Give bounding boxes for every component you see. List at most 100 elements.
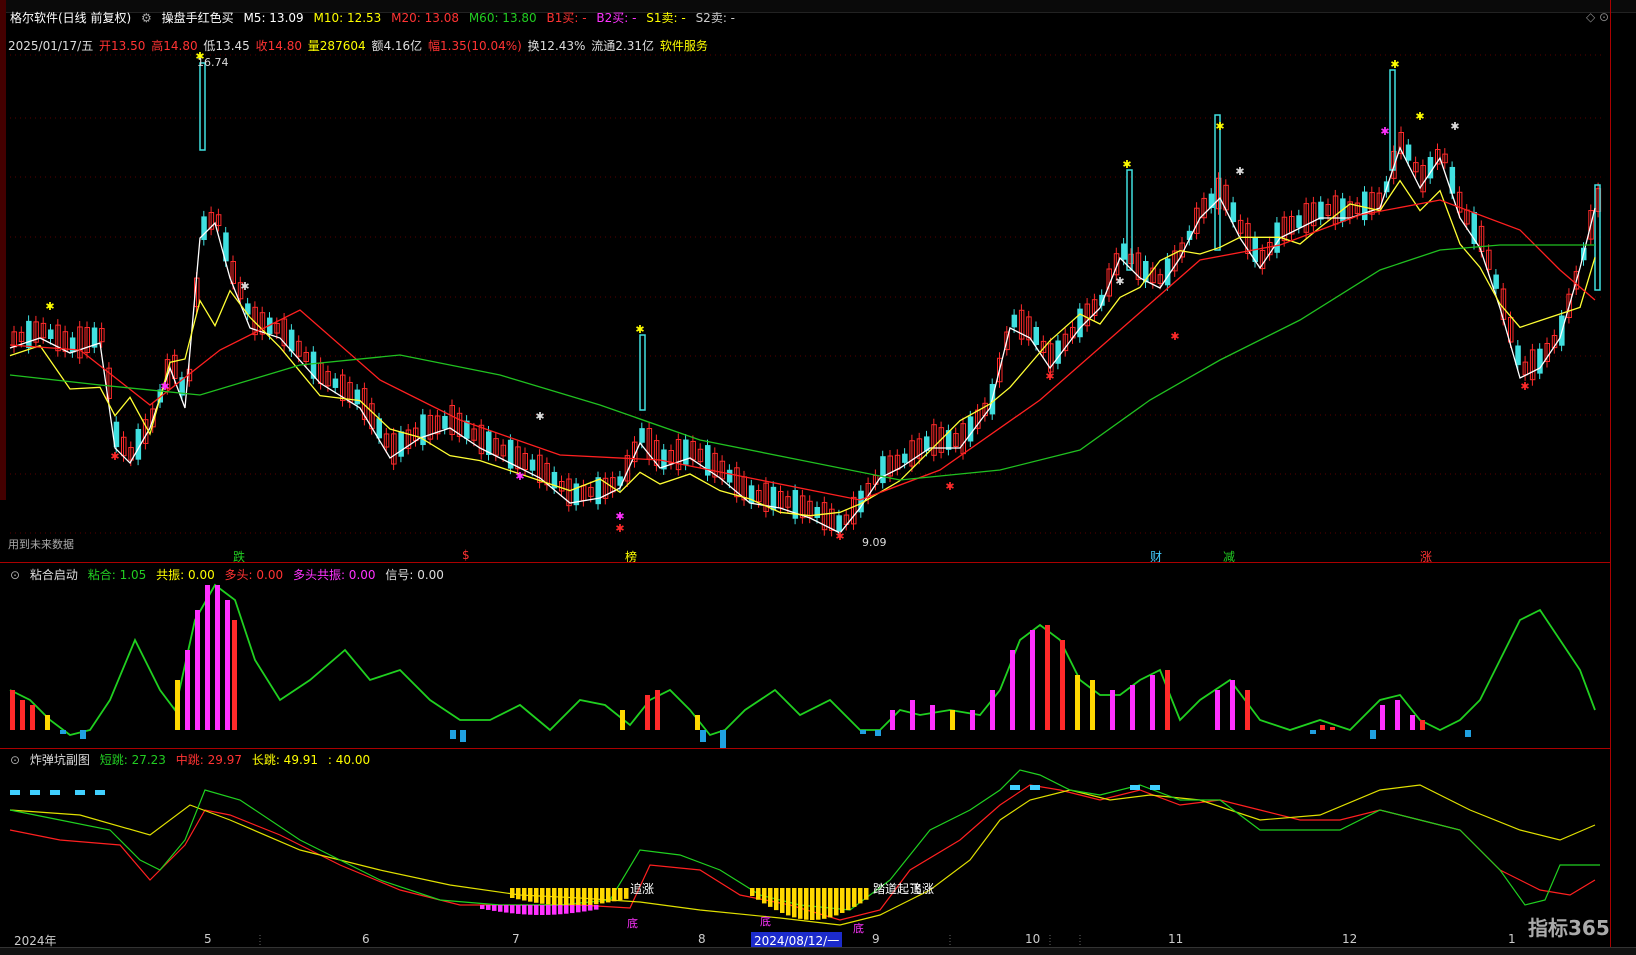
candle-body <box>1121 243 1127 260</box>
sticky-neg-bar <box>450 730 456 739</box>
chart-canvas[interactable]: ✱✱✱✱✱✱✱✱✱✱✱✱✱✱✱✱✱✱✱✱✱✱✱ <box>0 0 1636 954</box>
candle-body <box>836 515 842 532</box>
sticky-bar <box>620 710 625 730</box>
candle-body <box>814 507 820 518</box>
sticky-bar <box>1060 640 1065 730</box>
panel3-name[interactable]: 炸弹坑副图 <box>30 753 90 767</box>
date-label: 12 <box>1342 932 1358 946</box>
sticky-bar <box>45 715 50 730</box>
pit-bar <box>780 888 785 913</box>
candle-body <box>967 416 974 442</box>
candle-body <box>398 431 404 457</box>
date-label: 1 <box>1508 932 1516 946</box>
sticky-bar <box>890 710 895 730</box>
sticky-neg-bar <box>80 730 86 739</box>
pit-neg-bar <box>516 905 521 914</box>
pit-bar <box>594 888 599 905</box>
sticky-bar <box>1420 720 1425 730</box>
pit-bar <box>564 888 569 906</box>
panel2-v1: 粘合: 1.05 <box>87 568 147 582</box>
panel3-v1: 短跳: 27.23 <box>99 753 166 767</box>
future-data-note: 用到未来数据 <box>8 538 74 551</box>
sticky-neg-bar <box>460 730 466 742</box>
sticky-bar <box>1330 727 1335 730</box>
pit-bar <box>804 888 809 920</box>
signal-star: ✱ <box>615 522 624 535</box>
sticky-bar <box>205 585 210 730</box>
candle-body <box>442 415 448 429</box>
pit-bar <box>612 888 617 902</box>
pit-bar <box>618 888 623 901</box>
pit-neg-bar <box>522 905 527 915</box>
panel2-menu-icon[interactable]: ⊙ <box>10 568 20 582</box>
panel-divider-2[interactable] <box>0 748 1610 749</box>
pit-top-bar <box>10 790 20 795</box>
sticky-bar <box>970 710 975 730</box>
pit-top-bar <box>95 790 105 795</box>
panel2-name[interactable]: 粘合启动 <box>30 568 78 582</box>
pit-neg-bar <box>492 905 497 911</box>
panel2-v5: 信号: 0.00 <box>385 568 444 582</box>
candle-body <box>1318 201 1324 220</box>
sticky-bar <box>1130 685 1135 730</box>
sticky-bar <box>910 700 915 730</box>
pit-neg-bar <box>504 905 509 913</box>
sticky-neg-bar <box>700 730 706 742</box>
sticky-bar <box>1075 675 1080 730</box>
pit-bar <box>762 888 767 904</box>
date-axis[interactable]: 2024年 5 6 7 8 2024/08/12/一 9 10 11 12 1 <box>0 932 1610 949</box>
signal-star: ✱ <box>160 380 169 393</box>
high-price-label: 16.74 <box>197 56 229 69</box>
candle-body <box>1230 202 1237 223</box>
sticky-bar <box>1320 725 1325 730</box>
panel2-v4: 多头共振: 0.00 <box>292 568 376 582</box>
pit-neg-bar <box>558 905 563 915</box>
pit-neg-bar <box>588 905 593 911</box>
sticky-line <box>9 583 1596 737</box>
sticky-bar <box>30 705 35 730</box>
candle-body <box>683 439 689 465</box>
pit-bar <box>528 888 533 902</box>
pit-bar <box>624 888 629 899</box>
pit-top-bar <box>30 790 40 795</box>
signal-star: ✱ <box>45 300 54 313</box>
pit-neg-bar <box>510 905 515 914</box>
date-label: 5 <box>204 932 212 946</box>
pit-bar <box>540 888 545 904</box>
sticky-bar <box>950 710 955 730</box>
sticky-bar <box>175 680 180 730</box>
signal-star: ✱ <box>1380 125 1389 138</box>
pit-bar <box>606 888 611 903</box>
pit-bar <box>588 888 593 905</box>
pit-bar <box>552 888 557 906</box>
pit-top-bar <box>50 790 60 795</box>
signal-star: ✱ <box>1520 380 1529 393</box>
candle-body <box>1515 345 1521 366</box>
pit-bar <box>864 888 869 900</box>
pit-neg-bar <box>564 905 569 914</box>
sticky-bar <box>1245 690 1250 730</box>
pit-bar <box>810 888 815 920</box>
sticky-bar <box>1090 680 1095 730</box>
pit-bar <box>858 888 863 904</box>
panel3-label-2: 底 <box>627 917 638 930</box>
panel3-menu-icon[interactable]: ⊙ <box>10 753 20 767</box>
pit-bar <box>570 888 575 906</box>
sticky-neg-bar <box>875 730 881 736</box>
panel-divider-1[interactable] <box>0 562 1610 563</box>
sticky-bar <box>695 715 700 730</box>
signal-star: ✱ <box>110 450 119 463</box>
pit-neg-bar <box>546 905 551 915</box>
sticky-bar <box>225 600 230 730</box>
main-price-panel: ✱✱✱✱✱✱✱✱✱✱✱✱✱✱✱✱✱✱✱✱✱✱✱ <box>9 50 1605 543</box>
candle-body <box>26 320 32 349</box>
signal-star: ✱ <box>240 280 249 293</box>
sticky-neg-bar <box>1465 730 1471 737</box>
sticky-bar <box>1110 690 1115 730</box>
pit-neg-bar <box>576 905 581 913</box>
pit-bar <box>522 888 527 901</box>
right-price-axis[interactable] <box>1610 0 1636 954</box>
long-candle <box>1214 114 1221 251</box>
date-label: 11 <box>1168 932 1184 946</box>
candle-body <box>726 469 733 483</box>
